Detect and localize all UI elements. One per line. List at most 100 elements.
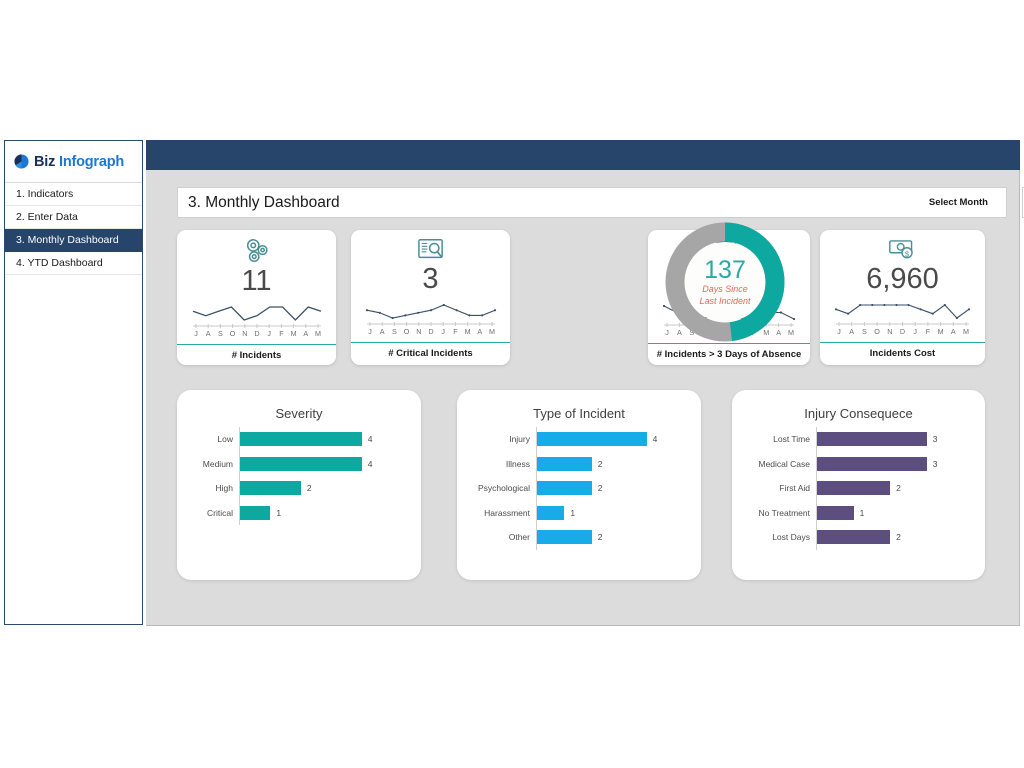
- bar-fill: [537, 432, 647, 447]
- kpi-card-critical-incidents: 3 JASONDJFMAM # Critical Incidents: [351, 230, 510, 365]
- dashboard-title-bar: 3. Monthly Dashboard Select Month: [177, 187, 1007, 218]
- brand-logo: Biz Infograph: [5, 141, 142, 183]
- svg-text:J: J: [267, 329, 271, 338]
- svg-text:O: O: [229, 329, 235, 338]
- dashboard-canvas: 3. Monthly Dashboard Select Month MAY 11: [146, 140, 1024, 626]
- svg-text:O: O: [403, 327, 409, 336]
- bar-fill: [537, 530, 592, 545]
- bar-category-label: Medium: [202, 458, 233, 469]
- bar-category-label: First Aid: [779, 483, 810, 494]
- bar-fill: [240, 481, 301, 496]
- bar-category-label: Low: [217, 434, 233, 445]
- bar-track: 4: [239, 451, 421, 476]
- bar-category-label: Critical: [207, 507, 233, 518]
- kpi-value: 11: [241, 265, 272, 297]
- bar-fill: [537, 456, 592, 471]
- bar-value-label: 3: [932, 458, 938, 469]
- days-since-caption-2: Last Incident: [699, 296, 751, 306]
- kpi-card-incidents: 11 JASONDJFMAM # Incidents: [177, 230, 336, 365]
- brand-name-bold: Biz: [34, 153, 56, 170]
- bar-category-label: No Treatment: [758, 507, 811, 518]
- svg-text:F: F: [453, 327, 458, 336]
- svg-text:M: M: [963, 327, 969, 336]
- bar-value-label: 1: [570, 507, 576, 518]
- svg-text:J: J: [913, 327, 917, 336]
- type-of-incident-bars: Injury 4 Illness 2 Psychological 2 Harassment 1…: [457, 427, 701, 550]
- kpi-value: 6,960: [866, 263, 939, 295]
- svg-text:M: M: [290, 329, 296, 338]
- bar-fill: [240, 432, 362, 447]
- bar-row: First Aid 2: [732, 476, 985, 501]
- days-since-value: 137: [704, 256, 746, 284]
- svg-text:J: J: [194, 329, 198, 338]
- svg-text:A: A: [849, 327, 854, 336]
- bar-track: 3: [816, 427, 985, 452]
- gears-icon: [242, 237, 272, 265]
- bar-track: 4: [239, 427, 421, 452]
- bar-value-label: 4: [367, 458, 373, 469]
- svg-text:J: J: [441, 327, 445, 336]
- bar-row: Injury 4: [457, 427, 701, 452]
- brand-name-light: Infograph: [59, 153, 125, 170]
- bar-track: 2: [536, 451, 701, 476]
- chart-title: Severity: [275, 406, 323, 421]
- svg-text:A: A: [951, 327, 956, 336]
- kpi-value: 3: [422, 263, 439, 295]
- bar-value-label: 2: [896, 532, 901, 543]
- select-month-label: Select Month: [928, 197, 988, 208]
- bar-track: 1: [239, 500, 421, 525]
- sidebar-item-indicators[interactable]: 1. Indicators: [5, 183, 142, 206]
- bar-track: 2: [239, 476, 421, 501]
- bar-track: 1: [816, 500, 985, 525]
- bar-row: Critical 1: [177, 500, 421, 525]
- bar-fill: [817, 456, 927, 471]
- brand-name: Biz Infograph: [34, 154, 124, 170]
- bar-category-label: Illness: [505, 458, 530, 469]
- sidebar-item-ytd-dashboard[interactable]: 4. YTD Dashboard: [5, 252, 142, 275]
- bar-fill: [240, 456, 362, 471]
- svg-text:M: M: [464, 327, 470, 336]
- kpi-label: # Critical Incidents: [351, 342, 510, 365]
- svg-text:M: M: [938, 327, 944, 336]
- bar-row: Illness 2: [457, 451, 701, 476]
- bar-row: Medical Case 3: [732, 451, 985, 476]
- svg-text:S: S: [392, 327, 397, 336]
- bar-fill: [817, 530, 891, 545]
- bar-value-label: 1: [859, 507, 865, 518]
- bar-fill: [537, 481, 592, 496]
- svg-text:A: A: [379, 327, 384, 336]
- svg-text:S: S: [218, 329, 223, 338]
- svg-text:D: D: [254, 329, 259, 338]
- bar-track: 1: [536, 500, 701, 525]
- money-icon: $: [888, 237, 917, 263]
- bar-track: 2: [816, 525, 985, 550]
- bar-value-label: 2: [896, 483, 901, 494]
- sidebar-item-monthly-dashboard[interactable]: 3. Monthly Dashboard: [5, 229, 142, 252]
- svg-text:A: A: [477, 327, 482, 336]
- svg-text:M: M: [315, 329, 321, 338]
- svg-text:M: M: [788, 328, 794, 337]
- bar-category-label: Psychological: [478, 483, 530, 494]
- bar-fill: [817, 432, 927, 447]
- bar-value-label: 2: [597, 532, 603, 543]
- days-since-last-incident-gauge: 137 Days Since Last Incident: [663, 220, 787, 344]
- bar-track: 3: [816, 451, 985, 476]
- chart-title: Injury Consequece: [804, 406, 913, 421]
- svg-text:A: A: [205, 329, 210, 338]
- bar-row: Lost Time 3: [732, 427, 985, 452]
- bar-track: 2: [536, 476, 701, 501]
- svg-text:F: F: [279, 329, 284, 338]
- svg-text:N: N: [416, 327, 421, 336]
- severity-bars: Low 4 Medium 4 High 2 Critical 1: [177, 427, 421, 525]
- svg-text:M: M: [489, 327, 495, 336]
- bar-row: Medium 4: [177, 451, 421, 476]
- chart-card-injury-consequence: Injury Consequece Lost Time 3 Medical Case…: [732, 390, 985, 580]
- bar-value-label: 2: [306, 483, 312, 494]
- bar-row: No Treatment 1: [732, 500, 985, 525]
- kpi-card-incidents-cost: $ 6,960 JASONDJFMAM Incidents Cost: [820, 230, 985, 365]
- chart-card-severity: Severity Low 4 Medium 4 High 2 Critical 1: [177, 390, 421, 580]
- svg-text:N: N: [887, 327, 892, 336]
- sidebar-item-enter-data[interactable]: 2. Enter Data: [5, 206, 142, 229]
- days-since-caption-1: Days Since: [702, 284, 748, 294]
- bar-category-label: High: [215, 483, 233, 494]
